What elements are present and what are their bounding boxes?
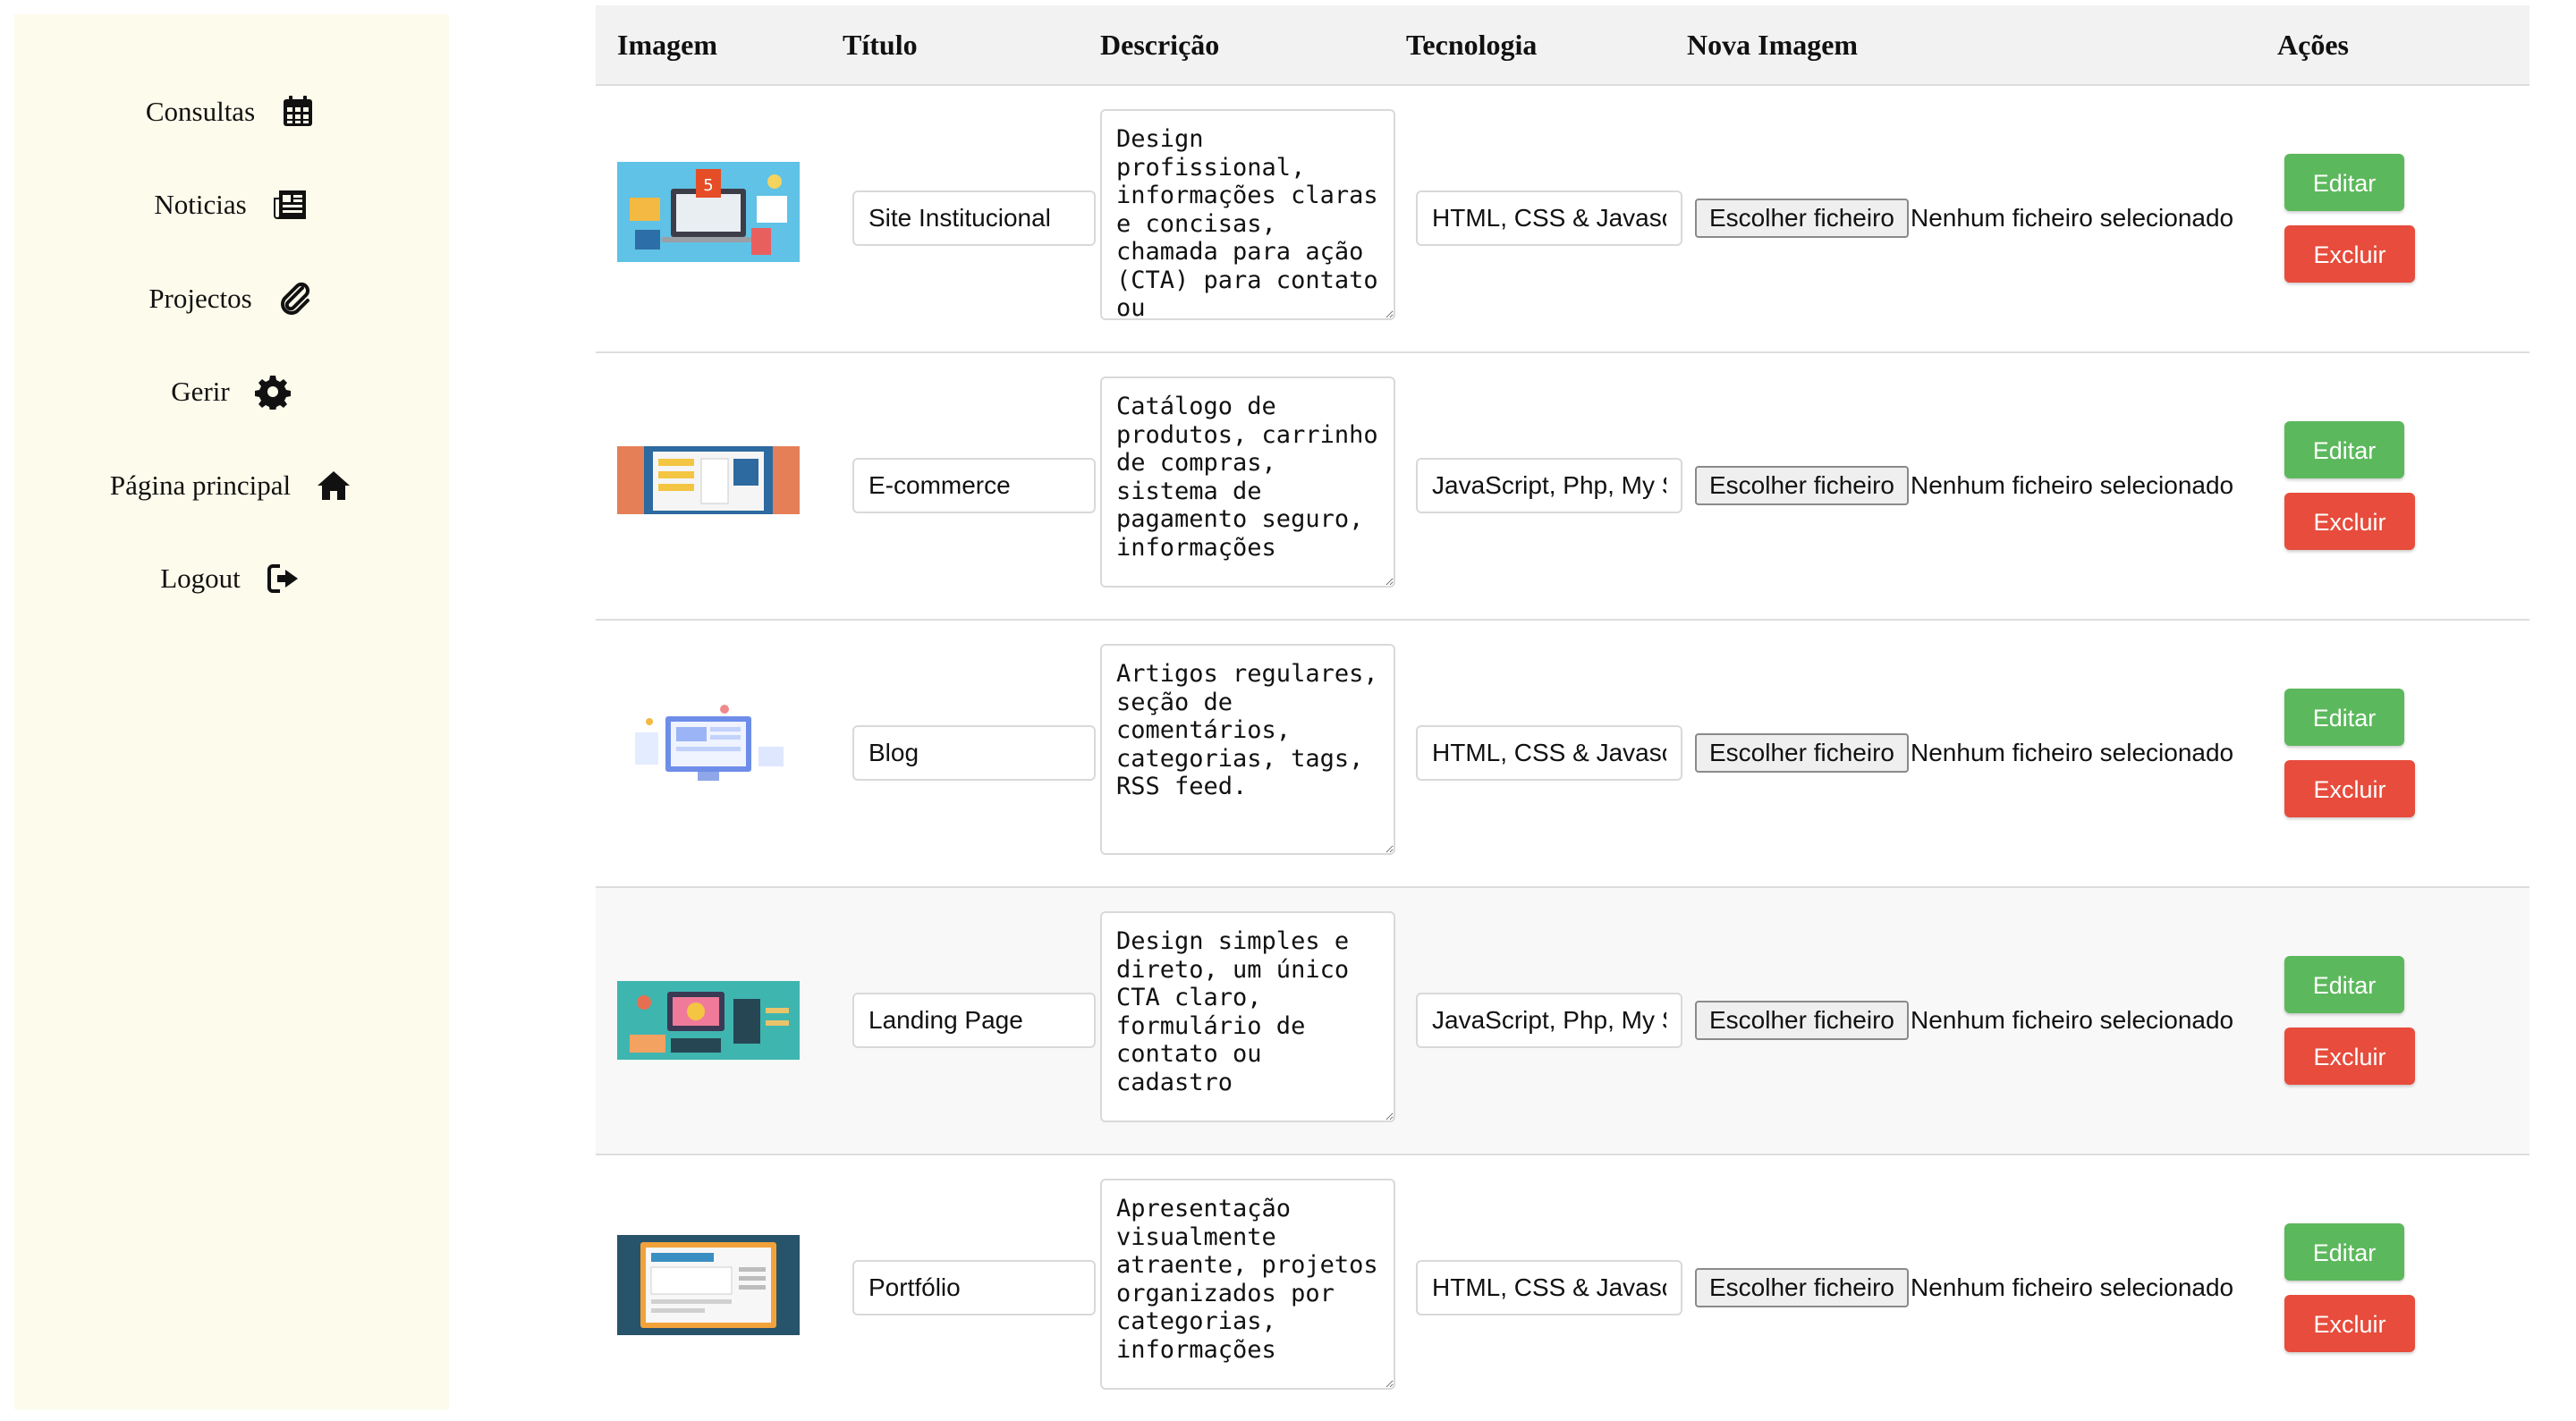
sidebar-item-consultas[interactable]: Consultas [14, 85, 449, 139]
edit-button[interactable]: Editar [2284, 956, 2404, 1013]
table-row: 5 Design profissional, informações clara… [596, 86, 2529, 353]
project-image [617, 1235, 800, 1335]
edit-button[interactable]: Editar [2284, 1223, 2404, 1281]
technology-input[interactable] [1416, 458, 1682, 513]
project-image [617, 974, 800, 1060]
title-input[interactable] [852, 1260, 1096, 1315]
description-textarea[interactable]: Design profissional, informações claras … [1100, 109, 1395, 320]
delete-button[interactable]: Excluir [2284, 760, 2415, 817]
delete-button[interactable]: Excluir [2284, 1028, 2415, 1085]
file-status: Nenhum ficheiro selecionado [1911, 739, 2234, 766]
choose-file-button[interactable]: Escolher ficheiro [1695, 733, 1909, 773]
description-textarea[interactable]: Catálogo de produtos, carrinho de compra… [1100, 376, 1395, 588]
header-titulo: Título [843, 29, 918, 61]
table-row: Artigos regulares, seção de comentários,… [596, 621, 2529, 888]
title-input[interactable] [852, 993, 1096, 1048]
technology-input[interactable] [1416, 1260, 1682, 1315]
edit-button[interactable]: Editar [2284, 154, 2404, 211]
description-textarea[interactable]: Design simples e direto, um único CTA cl… [1100, 911, 1395, 1122]
title-input[interactable] [852, 458, 1096, 513]
sidebar-item-label: Logout [160, 562, 241, 594]
delete-button[interactable]: Excluir [2284, 493, 2415, 550]
sidebar-item-label: Projectos [148, 283, 252, 314]
sidebar-item-label: Noticias [154, 189, 247, 220]
table-row: Apresentação visualmente atraente, proje… [596, 1155, 2529, 1421]
sidebar-item-pagina-principal[interactable]: Página principal [14, 459, 449, 512]
header-descricao: Descrição [1100, 29, 1220, 61]
file-status: Nenhum ficheiro selecionado [1911, 1006, 2234, 1034]
file-status: Nenhum ficheiro selecionado [1911, 204, 2234, 232]
sidebar-item-label: Gerir [171, 376, 230, 407]
table-header: Imagem Título Descrição Tecnologia Nova … [596, 5, 2529, 86]
svg-text:5: 5 [703, 176, 713, 195]
description-textarea[interactable]: Artigos regulares, seção de comentários,… [1100, 644, 1395, 855]
sidebar-item-label: Página principal [109, 469, 292, 501]
edit-button[interactable]: Editar [2284, 421, 2404, 478]
calendar-icon [278, 92, 318, 131]
sidebar-item-label: Consultas [145, 96, 256, 127]
sidebar-item-logout[interactable]: Logout [14, 552, 449, 605]
header-acoes: Ações [2277, 29, 2349, 61]
newspaper-icon [270, 185, 309, 224]
header-tecnologia: Tecnologia [1406, 29, 1538, 61]
project-image [617, 436, 800, 514]
project-image: 5 [617, 162, 800, 262]
choose-file-button[interactable]: Escolher ficheiro [1695, 1001, 1909, 1040]
sidebar-item-gerir[interactable]: Gerir [14, 365, 449, 419]
file-status: Nenhum ficheiro selecionado [1911, 471, 2234, 499]
technology-input[interactable] [1416, 725, 1682, 781]
technology-input[interactable] [1416, 190, 1682, 246]
sidebar-item-noticias[interactable]: Noticias [14, 178, 449, 232]
gear-icon [253, 372, 292, 411]
header-nova-imagem: Nova Imagem [1687, 29, 1859, 61]
table-row: Design simples e direto, um único CTA cl… [596, 888, 2529, 1155]
header-imagem: Imagem [617, 29, 717, 61]
description-textarea[interactable]: Apresentação visualmente atraente, proje… [1100, 1179, 1395, 1390]
paperclip-icon [275, 279, 315, 318]
table-row: Catálogo de produtos, carrinho de compra… [596, 353, 2529, 621]
choose-file-button[interactable]: Escolher ficheiro [1695, 199, 1909, 238]
logout-icon [264, 559, 303, 598]
file-status: Nenhum ficheiro selecionado [1911, 1273, 2234, 1301]
title-input[interactable] [852, 190, 1096, 246]
projects-table: Imagem Título Descrição Tecnologia Nova … [596, 5, 2529, 1421]
project-image [617, 697, 800, 797]
title-input[interactable] [852, 725, 1096, 781]
choose-file-button[interactable]: Escolher ficheiro [1695, 466, 1909, 505]
choose-file-button[interactable]: Escolher ficheiro [1695, 1268, 1909, 1307]
sidebar-item-projectos[interactable]: Projectos [14, 272, 449, 326]
technology-input[interactable] [1416, 993, 1682, 1048]
delete-button[interactable]: Excluir [2284, 225, 2415, 283]
delete-button[interactable]: Excluir [2284, 1295, 2415, 1352]
sidebar: Consultas Noticias Projectos Gerir Págin… [14, 14, 449, 1409]
edit-button[interactable]: Editar [2284, 689, 2404, 746]
home-icon [314, 466, 353, 505]
